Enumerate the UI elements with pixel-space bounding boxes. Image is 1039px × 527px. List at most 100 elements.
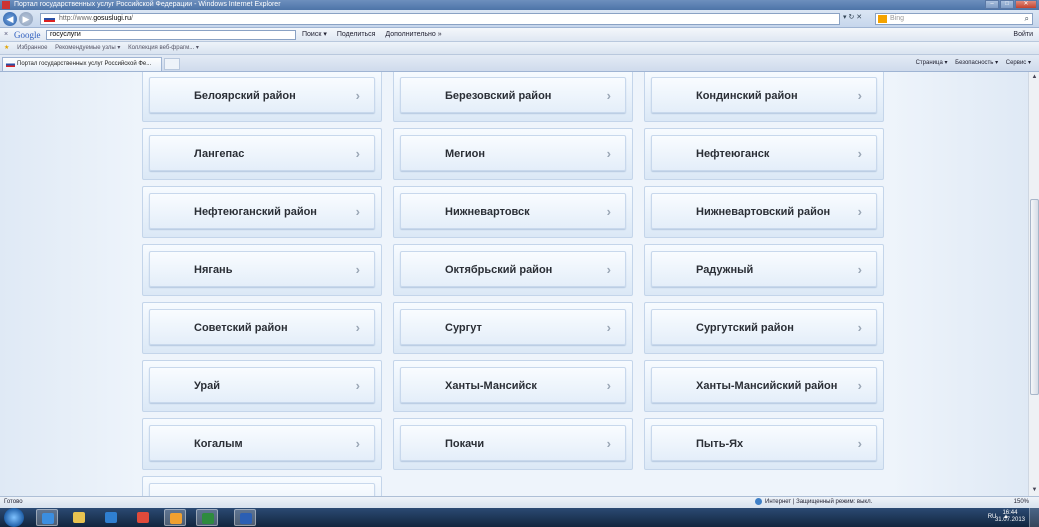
region-tile[interactable]: Мегион › [393, 128, 633, 180]
tab-gosuslugi[interactable]: Портал государственных услуг Российской … [2, 57, 162, 71]
region-tile-inner: Березовский район › [400, 77, 626, 113]
bing-search-input[interactable]: Bing ⌕ [875, 13, 1033, 25]
taskbar-media-player-button[interactable] [100, 509, 122, 526]
chevron-right-icon: › [606, 88, 611, 103]
page-menu[interactable]: Страница ▾ [916, 60, 948, 66]
region-label: Нефтеюганск [696, 148, 770, 160]
chevron-right-icon: › [606, 378, 611, 393]
region-tile[interactable]: Покачи › [393, 418, 633, 470]
scroll-down-button[interactable]: ▼ [1029, 485, 1039, 496]
chevron-right-icon: › [355, 88, 360, 103]
start-button[interactable] [4, 508, 24, 527]
taskbar-ie-button[interactable] [36, 509, 58, 526]
taskbar-chrome-button[interactable] [132, 509, 154, 526]
region-tile-inner: Советский район › [149, 309, 375, 345]
scroll-up-button[interactable]: ▲ [1029, 72, 1039, 83]
favorites-star-icon[interactable]: ★ [4, 45, 9, 51]
window-title: Портал государственных услуг Российской … [14, 1, 281, 8]
globe-icon [755, 497, 762, 505]
chevron-right-icon: › [606, 146, 611, 161]
chevron-right-icon: › [606, 320, 611, 335]
google-search-button[interactable]: Поиск ▾ [302, 31, 327, 38]
google-toolbar-close-icon[interactable]: × [4, 28, 8, 42]
taskbar-word-button[interactable] [234, 509, 256, 526]
favorites-bar: ★ Избранное Рекомендуемые узлы ▾ Коллекц… [0, 42, 1039, 55]
suggested-sites-link[interactable]: Рекомендуемые узлы ▾ [55, 45, 120, 51]
vertical-scrollbar[interactable]: ▲ ▼ [1028, 72, 1039, 496]
scroll-thumb[interactable] [1030, 199, 1039, 395]
google-login-button[interactable]: Войти [1013, 28, 1033, 42]
region-tile[interactable]: Нижневартовский район › [644, 186, 884, 238]
region-tile[interactable]: Урай › [142, 360, 382, 412]
minimize-button[interactable]: – [985, 0, 999, 9]
taskbar-explorer-button[interactable] [68, 509, 90, 526]
new-tab-button[interactable] [164, 58, 180, 70]
region-label: Березовский район [445, 90, 552, 102]
region-tile[interactable]: Лангепас › [142, 128, 382, 180]
region-tile[interactable]: Радужный › [644, 244, 884, 296]
chevron-right-icon: › [355, 320, 360, 335]
region-label: Радужный [696, 264, 754, 276]
refresh-stop-buttons[interactable]: ▾ ↻ ✕ [843, 13, 862, 21]
region-tile[interactable]: Березовский район › [393, 72, 633, 122]
maximize-button[interactable]: □ [1000, 0, 1014, 9]
tools-menu[interactable]: Сервис ▾ [1006, 60, 1031, 66]
region-tile[interactable]: Нижневартовск › [393, 186, 633, 238]
chevron-right-icon: › [355, 204, 360, 219]
region-tile[interactable]: Ханты-Мансийский район › [644, 360, 884, 412]
tab-row: Портал государственных услуг Российской … [0, 55, 1039, 72]
region-tile-inner: Нефтеюганск › [651, 135, 877, 171]
clock[interactable]: 16:44 31.07.2013 [995, 510, 1025, 524]
google-share-button[interactable]: Поделиться [337, 31, 376, 38]
region-label: Октябрьский район [445, 264, 553, 276]
back-button[interactable]: ◀ [3, 12, 17, 26]
google-more-button[interactable]: Дополнительно » [385, 31, 441, 38]
region-tile[interactable]: Когалым › [142, 418, 382, 470]
region-label: Нягань [194, 264, 233, 276]
window-title-bar: Портал государственных услуг Российской … [0, 0, 1039, 10]
taskbar-excel-button[interactable] [196, 509, 218, 526]
region-tile[interactable]: Сургут › [393, 302, 633, 354]
show-desktop-button[interactable] [1029, 508, 1039, 527]
region-tile[interactable]: Сургутский район › [644, 302, 884, 354]
chevron-right-icon: › [857, 378, 862, 393]
favorites-button[interactable]: Избранное [17, 45, 47, 51]
region-label: Кондинский район [696, 90, 798, 102]
region-tile[interactable]: Кондинский район › [644, 72, 884, 122]
zoom-level[interactable]: 150% [1014, 497, 1029, 508]
forward-button[interactable]: ▶ [19, 12, 33, 26]
chevron-right-icon: › [355, 378, 360, 393]
safety-menu[interactable]: Безопасность ▾ [955, 60, 998, 66]
chevron-right-icon: › [355, 436, 360, 451]
url-suffix: / [130, 15, 133, 22]
web-slice-gallery-link[interactable]: Коллекция веб-фрагм... ▾ [128, 45, 199, 51]
region-tile[interactable]: Пыть-Ях › [644, 418, 884, 470]
region-tile[interactable]: Нягань › [142, 244, 382, 296]
region-tile-inner: Нягань › [149, 251, 375, 287]
site-flag-icon [44, 16, 55, 22]
region-tile[interactable]: Советский район › [142, 302, 382, 354]
region-tile[interactable]: Октябрьский район › [393, 244, 633, 296]
security-zone[interactable]: Интернет | Защищенный режим: выкл. [755, 497, 872, 508]
region-label: Мегион [445, 148, 485, 160]
close-button[interactable]: ✕ [1015, 0, 1037, 9]
region-tile[interactable]: Нефтеюганск › [644, 128, 884, 180]
ie-app-icon [2, 1, 10, 9]
windows-taskbar: RU ▲ 16:44 31.07.2013 [0, 508, 1039, 527]
region-tile[interactable]: Белоярский район › [142, 72, 382, 122]
region-tile-inner: Сургут › [400, 309, 626, 345]
ie-icon [42, 513, 54, 524]
clock-time: 16:44 [1002, 510, 1018, 516]
taskbar-outlook-button[interactable] [164, 509, 186, 526]
address-bar[interactable]: http://www.gosuslugi.ru/ [40, 13, 840, 25]
tab-favicon-icon [6, 62, 15, 67]
region-label: Белоярский район [194, 90, 296, 102]
region-tile[interactable]: Югорск › [142, 476, 382, 496]
region-tile-inner: Нижневартовск › [400, 193, 626, 229]
region-tile[interactable]: Нефтеюганский район › [142, 186, 382, 238]
search-icon[interactable]: ⌕ [1025, 14, 1029, 24]
region-label: Сургутский район [696, 322, 794, 334]
region-tile[interactable]: Ханты-Мансийск › [393, 360, 633, 412]
chevron-right-icon: › [606, 262, 611, 277]
google-search-input[interactable]: госуслуги [46, 30, 296, 40]
